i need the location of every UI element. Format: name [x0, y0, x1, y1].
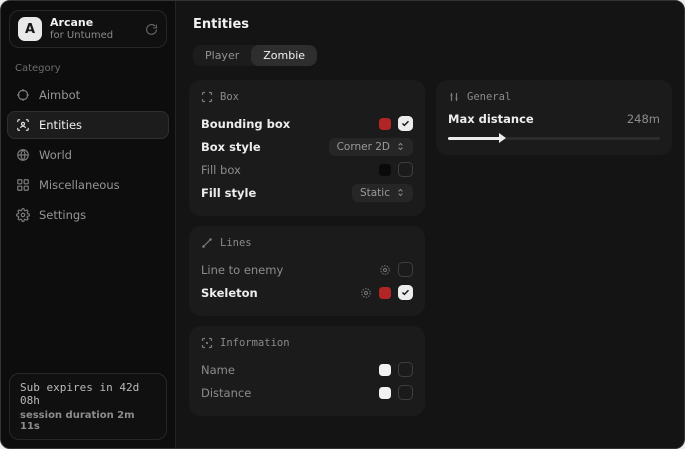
bounding-box-checkbox[interactable] [398, 116, 413, 131]
crosshair-icon [16, 88, 30, 102]
distance-checkbox[interactable] [398, 385, 413, 400]
card-title: Lines [220, 237, 252, 249]
row-skeleton: Skeleton [201, 281, 413, 304]
color-swatch-red[interactable] [379, 118, 391, 130]
skeleton-checkbox[interactable] [398, 285, 413, 300]
sidebar-item-label: World [39, 148, 72, 162]
sidebar-item-entities[interactable]: Entities [7, 111, 169, 139]
sidebar-item-label: Settings [39, 208, 86, 222]
card-title: Box [220, 91, 239, 103]
slider-thumb[interactable] [499, 133, 506, 143]
row-max-distance: Max distance 248m [448, 112, 660, 126]
entity-tabs: Player Zombie [193, 45, 317, 66]
app-logo: A [18, 17, 42, 41]
sidebar-item-label: Aimbot [39, 88, 80, 102]
sidebar-item-miscellaneous[interactable]: Miscellaneous [7, 171, 169, 199]
card-title: General [467, 91, 511, 103]
scan-person-icon [16, 118, 30, 132]
chevron-updown-icon [396, 188, 405, 197]
row-line-to-enemy: Line to enemy [201, 258, 413, 281]
sidebar-item-settings[interactable]: Settings [7, 201, 169, 229]
row-name: Name [201, 358, 413, 381]
color-swatch-red[interactable] [379, 287, 391, 299]
sidebar: A Arcane for Untumed Category Aimbot Ent… [1, 1, 176, 448]
gear-icon[interactable] [360, 287, 372, 299]
grid-icon [16, 178, 30, 192]
gear-icon [16, 208, 30, 222]
sidebar-item-label: Entities [39, 118, 82, 132]
fill-style-dropdown[interactable]: Static [352, 184, 413, 202]
slider-fill [448, 137, 501, 140]
color-swatch-white[interactable] [379, 387, 391, 399]
color-swatch-black[interactable] [379, 164, 391, 176]
app-subtitle: for Untumed [50, 30, 137, 42]
chevron-updown-icon [396, 142, 405, 151]
subscription-info: Sub expires in 42d 08h session duration … [9, 373, 167, 440]
card-title: Information [220, 337, 290, 349]
gear-icon[interactable] [379, 264, 391, 276]
line-to-enemy-checkbox[interactable] [398, 262, 413, 277]
page-title: Entities [193, 17, 672, 32]
max-distance-slider[interactable] [448, 133, 660, 143]
globe-icon [16, 148, 30, 162]
row-fill-style: Fill style Static [201, 181, 413, 204]
row-bounding-box: Bounding box [201, 112, 413, 135]
line-icon [201, 237, 213, 249]
information-card: Information Name Distance [189, 326, 425, 416]
max-distance-value: 248m [627, 112, 660, 126]
tab-zombie[interactable]: Zombie [251, 45, 317, 66]
general-card: General Max distance 248m [436, 80, 672, 155]
box-corners-icon [201, 91, 213, 103]
row-box-style: Box style Corner 2D [201, 135, 413, 158]
app-header: A Arcane for Untumed [9, 10, 167, 48]
main-panel: Entities Player Zombie Box Bounding box [177, 1, 684, 448]
box-style-dropdown[interactable]: Corner 2D [329, 138, 413, 156]
sidebar-item-aimbot[interactable]: Aimbot [7, 81, 169, 109]
fill-box-checkbox[interactable] [398, 162, 413, 177]
sub-expiry-text: Sub expires in 42d 08h [20, 381, 156, 407]
name-checkbox[interactable] [398, 362, 413, 377]
app-window: A Arcane for Untumed Category Aimbot Ent… [0, 0, 685, 449]
row-fill-box: Fill box [201, 158, 413, 181]
sidebar-item-label: Miscellaneous [39, 178, 120, 192]
lines-card: Lines Line to enemy Skeleton [189, 226, 425, 316]
focus-icon [201, 337, 213, 349]
color-swatch-white[interactable] [379, 364, 391, 376]
row-distance: Distance [201, 381, 413, 404]
session-duration-text: session duration 2m 11s [20, 410, 156, 432]
sidebar-item-world[interactable]: World [7, 141, 169, 169]
sliders-icon [448, 91, 460, 103]
sync-icon[interactable] [145, 23, 158, 36]
category-label: Category [15, 63, 161, 74]
tab-player[interactable]: Player [193, 45, 251, 66]
box-card: Box Bounding box Box style [189, 80, 425, 216]
app-title: Arcane [50, 17, 137, 30]
